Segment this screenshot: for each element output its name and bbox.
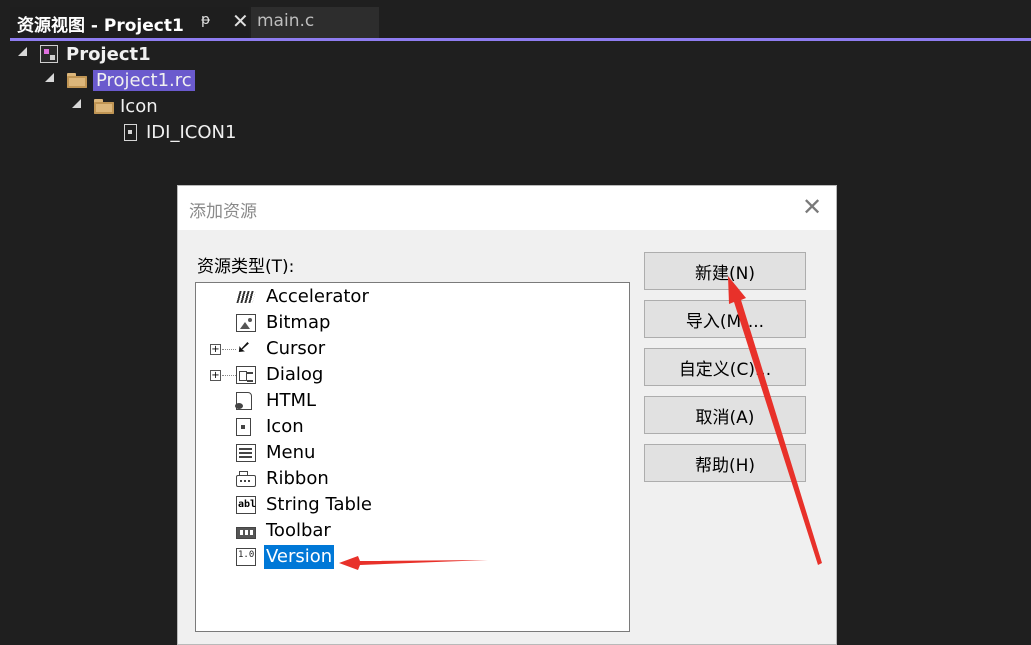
accelerator-icon [236,288,256,306]
list-item-label: Cursor [266,338,326,359]
list-item-label: Bitmap [266,312,331,333]
import-button[interactable]: 导入(M)... [644,300,806,338]
list-item-ribbon[interactable]: Ribbon [236,467,331,491]
tree-item-project-label: Project1 [66,43,151,65]
html-icon [235,392,252,410]
pin-icon[interactable]: ᵽ [201,12,210,28]
tab-resource-view-title: 资源视图 - Project1 [17,16,184,36]
list-item-accelerator[interactable]: Accelerator [236,285,371,309]
dialog-icon [236,366,256,384]
close-icon[interactable]: ✕ [232,9,249,33]
list-item-dialog[interactable]: Dialog [236,363,325,387]
resource-type-list[interactable]: Accelerator Bitmap + Cursor + Dialog HTM… [195,282,630,632]
document-tab-strip: 资源视图 - Project1 ᵽ ✕ main.c [0,0,1031,38]
expand-dialog-icon[interactable]: + [210,370,221,381]
tree-item-idi-icon1-label: IDI_ICON1 [146,121,237,143]
folder-open-icon [94,98,114,114]
list-item-string-table[interactable]: String Table [236,493,374,517]
new-button[interactable]: 新建(N) [644,252,806,290]
project-icon [40,45,58,63]
list-item-html[interactable]: HTML [235,389,318,413]
cancel-button[interactable]: 取消(A) [644,396,806,434]
list-item-label: Accelerator [266,286,369,307]
version-icon [236,548,256,566]
list-item-label: String Table [266,494,372,515]
dialog-title: 添加资源 [189,202,257,222]
icon-resource-file-icon [124,123,137,141]
list-item-label: Version [264,545,335,569]
tree-item-rc-file[interactable]: Project1.rc [45,68,195,92]
list-item-label: HTML [266,390,317,411]
dialog-title-bar: 添加资源 ✕ [178,186,836,230]
list-item-label: Menu [266,442,316,463]
collapse-triangle-icon[interactable] [45,73,55,83]
tree-connector-line [222,375,236,376]
string-table-icon [236,496,256,514]
toolbar-icon [236,526,256,539]
help-button[interactable]: 帮助(H) [644,444,806,482]
list-item-version[interactable]: Version [236,545,335,569]
tree-item-project[interactable]: Project1 [18,42,151,66]
tree-item-icon-folder[interactable]: Icon [72,94,158,118]
tab-accent-line [10,38,1031,41]
add-resource-dialog: 添加资源 ✕ 资源类型(T): Accelerator Bitmap + Cur… [177,185,837,645]
list-item-label: Dialog [266,364,324,385]
tab-main-c-title: main.c [257,11,315,31]
tree-item-rc-file-label: Project1.rc [93,69,195,91]
dialog-close-icon[interactable]: ✕ [802,193,822,221]
menu-icon [236,444,256,462]
tree-item-icon-folder-label: Icon [120,95,158,117]
list-item-label: Ribbon [266,468,329,489]
custom-button[interactable]: 自定义(C)... [644,348,806,386]
list-item-label: Icon [266,416,304,437]
icon-resource-icon [236,418,251,436]
resource-type-label: 资源类型(T): [197,257,295,277]
folder-open-icon [67,72,87,88]
ribbon-icon [236,471,256,487]
list-item-icon[interactable]: Icon [236,415,306,439]
list-item-menu[interactable]: Menu [236,441,317,465]
list-item-label: Toolbar [266,520,331,541]
list-item-bitmap[interactable]: Bitmap [236,311,332,335]
tree-item-idi-icon1[interactable]: IDI_ICON1 [124,120,236,144]
bitmap-icon [236,314,256,332]
list-item-toolbar[interactable]: Toolbar [236,519,333,543]
collapse-triangle-icon[interactable] [18,47,28,57]
tab-main-c[interactable]: main.c [251,7,379,38]
tree-connector-line [222,349,236,350]
collapse-triangle-icon[interactable] [72,99,82,109]
expand-cursor-icon[interactable]: + [210,344,221,355]
tab-resource-view[interactable]: 资源视图 - Project1 ᵽ ✕ [10,7,249,38]
list-item-cursor[interactable]: Cursor [236,337,327,361]
cursor-icon [236,340,256,358]
